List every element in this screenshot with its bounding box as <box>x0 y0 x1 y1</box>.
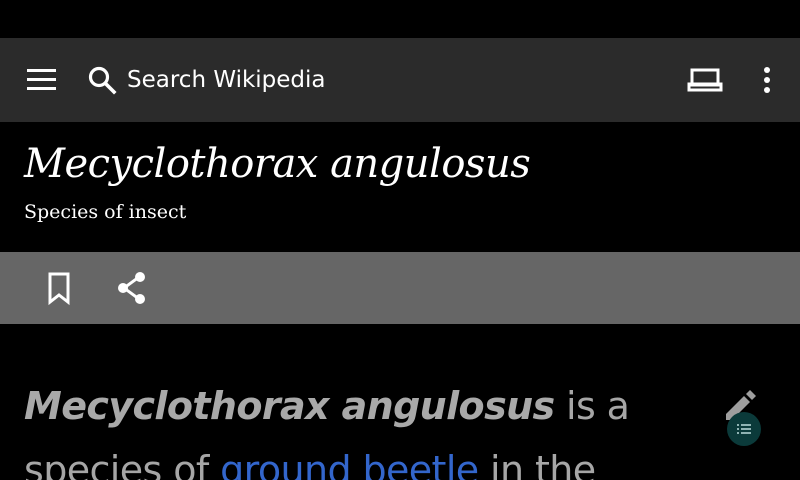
article-description: Species of insect <box>24 201 187 223</box>
share-button[interactable] <box>112 268 152 308</box>
save-button[interactable] <box>40 268 80 308</box>
article-title: Mecyclothorax angulosus <box>24 141 531 187</box>
article-header: Mecyclothorax angulosus Species of insec… <box>0 122 800 252</box>
article-action-bar <box>0 252 800 324</box>
toolbar: Search Wikipedia <box>0 38 800 122</box>
search-icon[interactable] <box>86 64 118 96</box>
overflow-menu-button[interactable] <box>752 62 782 98</box>
menu-icon <box>27 69 56 90</box>
lead-paragraph: Mecyclothorax angulosus is a species of … <box>24 374 714 480</box>
link-ground-beetle[interactable]: ground beetle <box>220 448 479 480</box>
search-input[interactable]: Search Wikipedia <box>127 65 326 95</box>
tabs-icon <box>687 68 723 92</box>
menu-button[interactable] <box>20 62 64 98</box>
toc-button[interactable] <box>727 412 761 446</box>
overflow-icon <box>764 67 770 93</box>
bookmark-icon <box>48 272 70 306</box>
article-content: Mecyclothorax angulosus is a species of … <box>0 324 800 480</box>
toc-icon <box>737 424 751 434</box>
tabs-button[interactable] <box>684 62 728 98</box>
lead-text-2: in the <box>478 448 596 480</box>
share-icon <box>118 272 145 304</box>
status-bar <box>0 0 800 38</box>
lead-bold-title: Mecyclothorax angulosus <box>24 384 555 428</box>
